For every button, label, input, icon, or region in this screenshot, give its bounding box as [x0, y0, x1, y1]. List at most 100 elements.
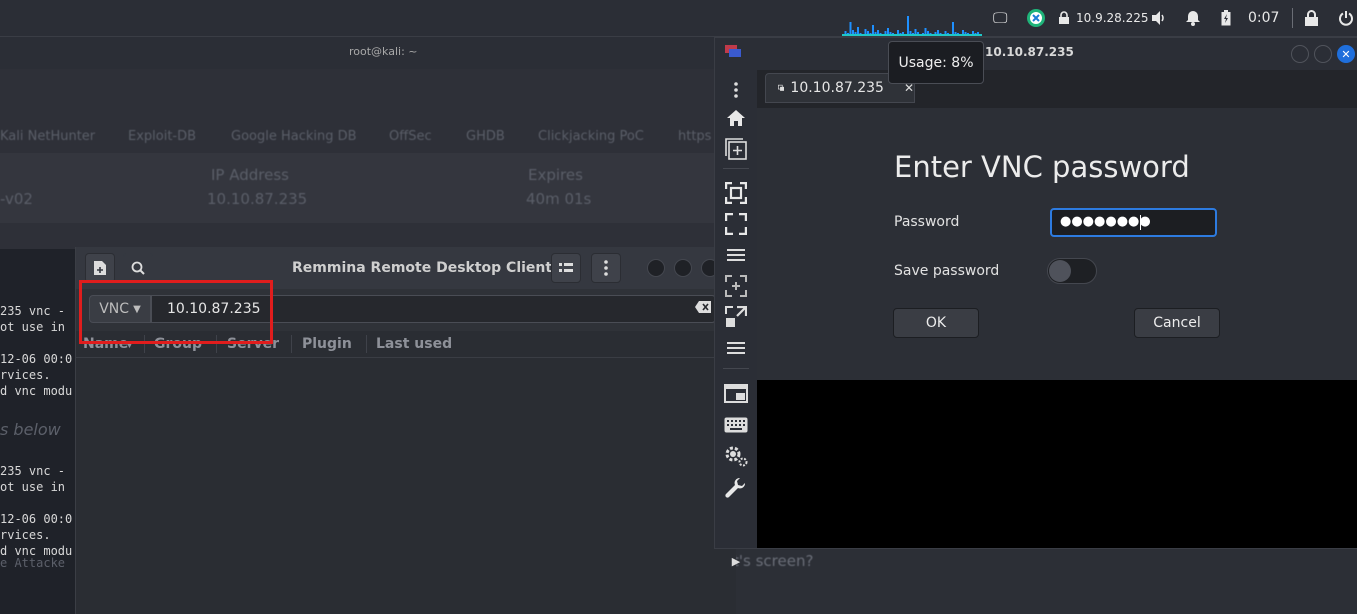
- column-separator: [366, 335, 367, 353]
- fullscreen-button[interactable]: [724, 212, 748, 236]
- background-page-bottom: t's screen?: [733, 548, 1357, 614]
- cpu-usage-tooltip: Usage: 8%: [888, 41, 984, 84]
- ip-address-header: IP Address: [211, 166, 289, 184]
- home-button[interactable]: [724, 106, 748, 130]
- cpu-graph-bar: [907, 16, 909, 36]
- menu-button[interactable]: [591, 253, 621, 283]
- bookmark-item: Exploit-DB: [128, 129, 197, 144]
- ok-button[interactable]: OK: [893, 308, 979, 338]
- expand-icon: [725, 306, 747, 327]
- hamburger-icon: [727, 249, 745, 261]
- terminal-line: ot use in: [0, 320, 66, 334]
- fit-window-icon: [725, 182, 747, 204]
- terminal-line: 12-06 00:0: [0, 352, 73, 366]
- password-input[interactable]: ●●●●●●●●: [1050, 208, 1217, 237]
- vpn-icon[interactable]: [1026, 8, 1046, 28]
- fullscreen-menu-button[interactable]: [724, 243, 748, 267]
- multi-monitor-button[interactable]: [724, 383, 748, 407]
- minimize-button[interactable]: [1291, 45, 1309, 63]
- bookmark-item: OffSec: [389, 129, 432, 144]
- display-icon[interactable]: 🖵: [993, 8, 1007, 28]
- close-button[interactable]: ✕: [1337, 45, 1355, 63]
- cpu-graph-baseline: [842, 34, 982, 36]
- new-tab-button[interactable]: [724, 137, 748, 161]
- remmina-connection-window: 10.10.87.235 ✕ ▶ 10.10.87.235 ✕ Enter VN…: [714, 37, 1357, 568]
- terminal-line: rvices.: [0, 528, 51, 542]
- volume-icon[interactable]: [1150, 8, 1168, 28]
- password-mask: ●●●●●●●●: [1060, 214, 1151, 229]
- terminal-line: 235 vnc -: [0, 464, 66, 478]
- save-password-label: Save password: [894, 263, 1000, 279]
- bookmark-item: https: [678, 129, 712, 144]
- column-plugin[interactable]: Plugin: [302, 336, 352, 352]
- terminal-titlebar: root@kali: ~: [0, 37, 715, 69]
- add-window-icon: [725, 138, 747, 160]
- column-last-used[interactable]: Last used: [376, 336, 452, 352]
- cpu-graph-icon[interactable]: [842, 8, 982, 36]
- connection-window-title: 10.10.87.235: [985, 45, 1074, 59]
- bell-icon[interactable]: [1185, 8, 1201, 28]
- scaled-mode-button[interactable]: [724, 274, 748, 298]
- clock[interactable]: 0:07: [1248, 8, 1279, 28]
- expires-header: Expires: [528, 166, 583, 184]
- dialog-title: Enter VNC password: [894, 150, 1190, 184]
- scale-options-button[interactable]: [724, 305, 748, 329]
- background-browser: Kali NetHunter Exploit-DB Google Hacking…: [0, 69, 735, 249]
- annotation-highlight-box: [79, 280, 273, 344]
- maximize-button[interactable]: [674, 259, 692, 277]
- fit-window-button[interactable]: [724, 181, 748, 205]
- clear-icon[interactable]: [695, 301, 711, 317]
- connection-titlebar: 10.10.87.235 ✕: [715, 38, 1357, 70]
- terminal-line: e Attacke: [0, 556, 66, 570]
- lock-network-icon: [1057, 8, 1071, 28]
- search-icon: [131, 261, 145, 275]
- scale-icon: [725, 275, 747, 297]
- new-connection-button[interactable]: [85, 253, 115, 283]
- monitor-icon: [724, 384, 748, 403]
- top-panel: 🖵 10.9.28.225 0:07: [0, 0, 1357, 37]
- remmina-app-icon: [725, 45, 741, 57]
- lock-icon[interactable]: [1304, 8, 1319, 28]
- fullscreen-icon: [725, 213, 747, 235]
- save-password-toggle[interactable]: [1047, 258, 1097, 284]
- keyboard-icon: [724, 417, 748, 433]
- bookmark-item: Google Hacking DB: [231, 129, 357, 144]
- machine-ip: 10.10.87.235: [207, 190, 308, 208]
- connection-toolbar: ▶: [715, 70, 757, 568]
- preferences-button[interactable]: [724, 444, 748, 468]
- terminal-line: 12-06 00:0: [0, 512, 73, 526]
- terminal-line: ot use in: [0, 480, 66, 494]
- terminal-line: d vnc modu: [0, 384, 73, 398]
- vnc-password-dialog: Enter VNC password Password ●●●●●●●● Sav…: [757, 108, 1357, 380]
- machine-info-card: [0, 153, 735, 223]
- window-copy-icon: [778, 84, 785, 91]
- terminal-title: root@kali: ~: [349, 45, 418, 58]
- minimize-button[interactable]: [647, 259, 665, 277]
- scaling-menu-button[interactable]: [724, 336, 748, 360]
- search-button[interactable]: [123, 253, 153, 283]
- bookmark-item: Kali NetHunter: [0, 129, 96, 144]
- text-caret: [1140, 215, 1141, 230]
- tools-button[interactable]: [724, 476, 748, 500]
- toggle-knob: [1049, 260, 1071, 282]
- keyboard-grab-button[interactable]: [724, 413, 748, 437]
- ip-address[interactable]: 10.9.28.225: [1076, 8, 1149, 28]
- menu-button[interactable]: [724, 78, 748, 102]
- power-icon[interactable]: [1338, 8, 1354, 28]
- battery-icon[interactable]: [1221, 8, 1231, 28]
- view-toggle-button[interactable]: [551, 253, 581, 283]
- wrench-icon: [725, 477, 746, 498]
- cancel-button[interactable]: Cancel: [1134, 308, 1220, 338]
- cpu-graph-bar: [952, 22, 954, 36]
- cpu-graph-bar: [849, 22, 852, 36]
- terminal-line: 235 vnc -: [0, 304, 66, 318]
- kebab-menu-icon: [734, 82, 738, 98]
- home-icon: [727, 110, 745, 126]
- kebab-menu-icon: [604, 260, 608, 276]
- remote-display-area[interactable]: [757, 380, 1357, 548]
- maximize-button[interactable]: [1314, 45, 1332, 63]
- terminal-line: rvices.: [0, 368, 51, 382]
- window-title: Remmina Remote Desktop Client: [292, 260, 553, 276]
- expand-toolbar-icon[interactable]: ▶: [724, 549, 748, 573]
- bookmark-item: GHDB: [466, 129, 505, 144]
